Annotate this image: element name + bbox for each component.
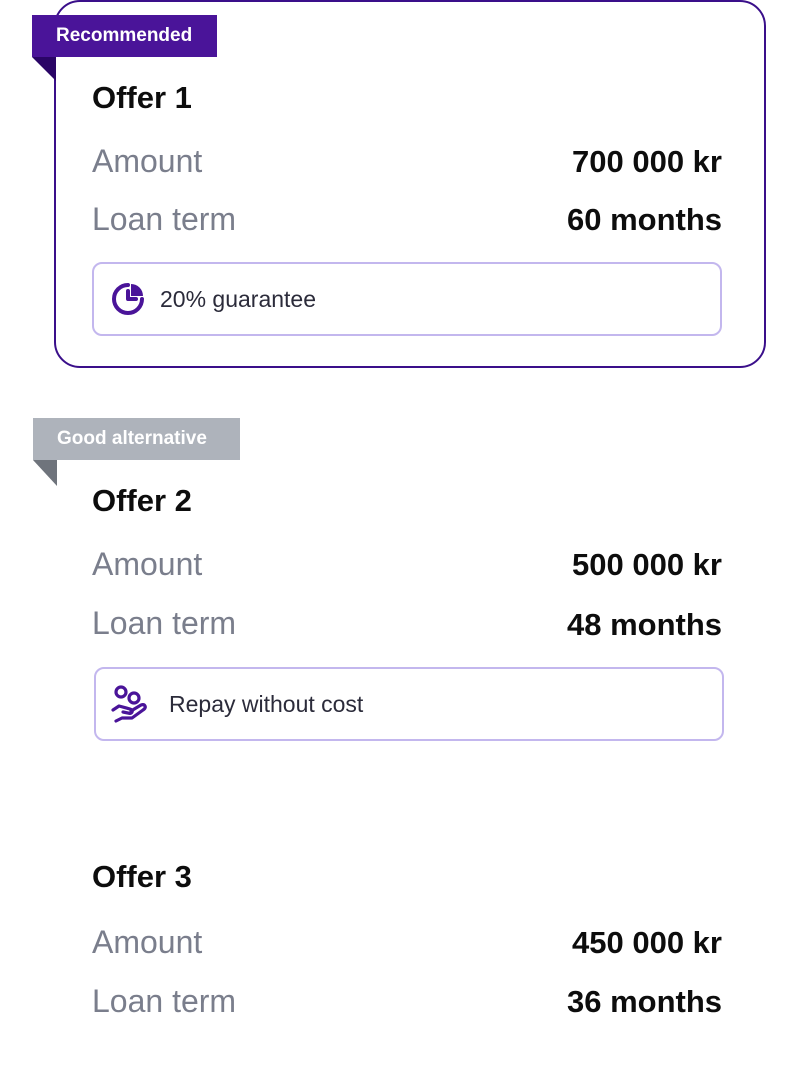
good-alternative-badge: Good alternative: [33, 418, 240, 460]
hand-coins-icon: [110, 684, 150, 724]
loan-term-label: Loan term: [92, 983, 237, 1019]
amount-value: 450 000 kr: [572, 925, 722, 960]
ribbon-fold: [33, 460, 57, 486]
amount-label: Amount: [92, 546, 203, 582]
loan-term-label: Loan term: [92, 201, 237, 237]
recommended-badge: Recommended: [32, 15, 217, 57]
amount-label: Amount: [92, 924, 203, 960]
offer-title: Offer 2: [92, 483, 192, 518]
feature-text: Repay without cost: [169, 690, 364, 717]
amount-value: 700 000 kr: [572, 144, 722, 179]
offer-title: Offer 1: [92, 80, 192, 115]
pie-chart-icon: [108, 279, 148, 319]
amount-value: 500 000 kr: [572, 547, 722, 582]
ribbon-fold: [32, 57, 56, 81]
feature-text: 20% guarantee: [160, 285, 317, 312]
loan-term-label: Loan term: [92, 605, 237, 641]
loan-term-value: 48 months: [566, 607, 722, 642]
offer-title: Offer 3: [92, 859, 192, 894]
feature-repay: Repay without cost: [94, 667, 724, 741]
loan-term-value: 60 months: [566, 202, 722, 237]
loan-term-value: 36 months: [566, 984, 722, 1019]
feature-guarantee: 20% guarantee: [92, 262, 722, 336]
amount-label: Amount: [92, 143, 203, 179]
